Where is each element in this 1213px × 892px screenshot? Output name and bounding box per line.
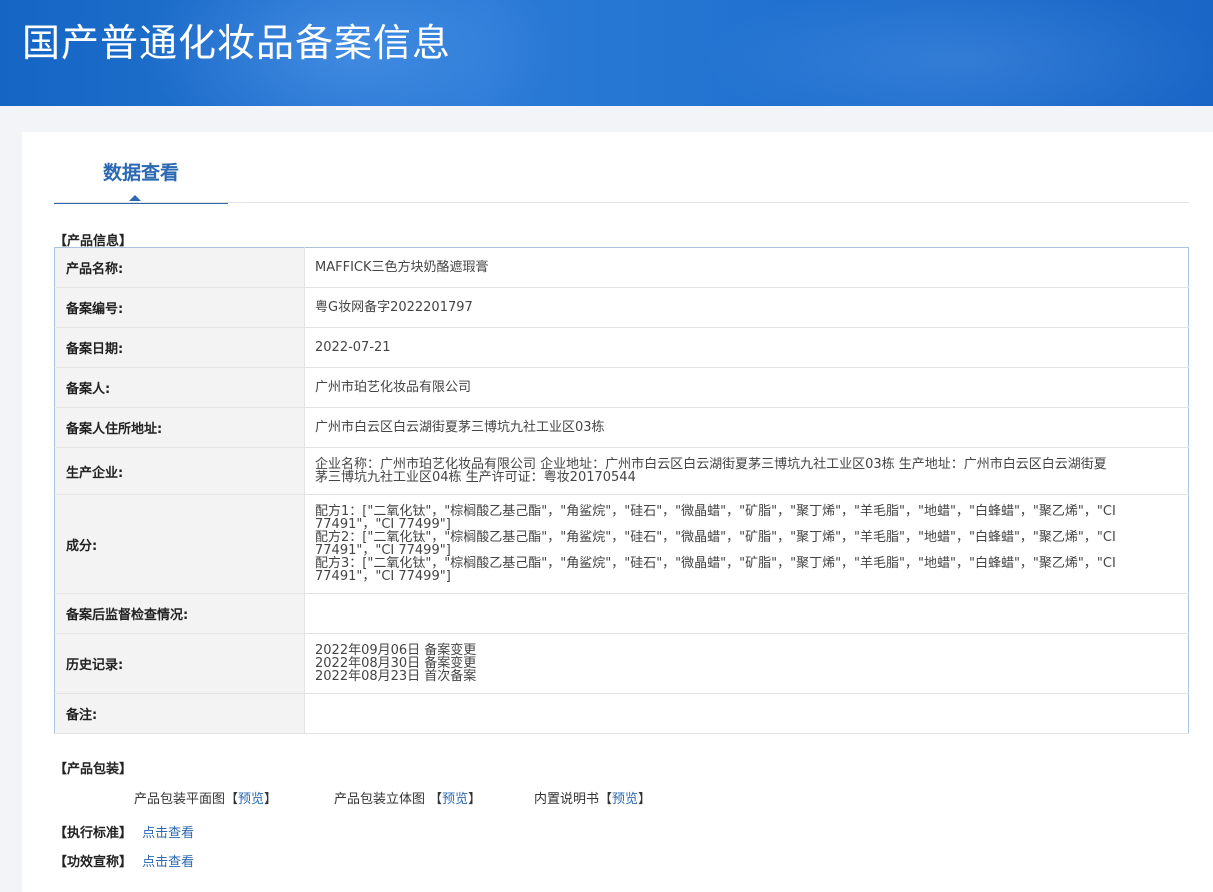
table-row: 成分: 配方1：["二氧化钛"，"棕榈酸乙基己酯"，"角鲨烷"，"硅石"，"微晶… — [54, 494, 1189, 594]
history-line: 2022年08月23日 首次备案 — [315, 669, 477, 684]
packaging-3d-item: 产品包装立体图 【预览】 — [334, 788, 481, 807]
remarks-value — [304, 693, 1189, 734]
table-row: 备案编号: 粤G妆网备字2022201797 — [54, 287, 1189, 328]
standard-row: 【执行标准】 点击查看 — [54, 822, 194, 841]
field-label: 备注: — [54, 693, 305, 734]
field-label: 备案人住所地址: — [54, 407, 305, 448]
field-label: 产品名称: — [54, 247, 305, 288]
registration-number-value: 粤G妆网备字2022201797 — [304, 287, 1189, 328]
tab-caret-icon — [129, 195, 141, 201]
manufacturer-line: 茅三博坑九社工业区04栋 生产许可证：粤妆20170544 — [315, 470, 636, 485]
table-row: 备注: — [54, 693, 1189, 734]
header-banner: 国产普通化妆品备案信息 — [0, 0, 1213, 106]
field-label: 历史记录: — [54, 633, 305, 694]
registrant-value: 广州市珀艺化妆品有限公司 — [304, 367, 1189, 408]
page-title: 国产普通化妆品备案信息 — [22, 21, 452, 65]
tab-data-view[interactable]: 数据查看 — [54, 154, 228, 204]
bracket-close: 】 — [638, 792, 652, 807]
section-packaging: 【产品包装】 — [54, 762, 133, 777]
bracket-close: 】 — [264, 792, 278, 807]
packaging-flat-label: 产品包装平面图【 — [134, 792, 239, 807]
ingredients-value: 配方1：["二氧化钛"，"棕榈酸乙基己酯"，"角鲨烷"，"硅石"，"微晶蜡"，"… — [304, 494, 1189, 594]
manual-preview-link[interactable]: 预览 — [612, 792, 638, 807]
manufacturer-value: 企业名称：广州市珀艺化妆品有限公司 企业地址：广州市白云区白云湖街夏茅三博坑九社… — [304, 447, 1189, 495]
field-label: 成分: — [54, 494, 305, 594]
tab-divider — [54, 202, 1189, 203]
table-row: 产品名称: MAFFICK三色方块奶酪遮瑕膏 — [54, 247, 1189, 288]
section-efficacy: 【功效宣称】 — [54, 855, 133, 870]
packaging-flat-preview-link[interactable]: 预览 — [238, 792, 264, 807]
standard-view-link[interactable]: 点击查看 — [142, 826, 194, 841]
registration-date-value: 2022-07-21 — [304, 327, 1189, 368]
manual-item: 内置说明书【预览】 — [534, 788, 651, 807]
packaging-3d-preview-link[interactable]: 预览 — [442, 792, 468, 807]
table-row: 历史记录: 2022年09月06日 备案变更 2022年08月30日 备案变更 … — [54, 633, 1189, 694]
packaging-flat-item: 产品包装平面图【预览】 — [134, 788, 277, 807]
inspection-value — [304, 593, 1189, 634]
table-row: 备案人住所地址: 广州市白云区白云湖街夏茅三博坑九社工业区03栋 — [54, 407, 1189, 448]
table-row: 生产企业: 企业名称：广州市珀艺化妆品有限公司 企业地址：广州市白云区白云湖街夏… — [54, 447, 1189, 495]
field-label: 备案后监督检查情况: — [54, 593, 305, 634]
efficacy-view-link[interactable]: 点击查看 — [142, 855, 194, 870]
field-label: 备案编号: — [54, 287, 305, 328]
table-row: 备案人: 广州市珀艺化妆品有限公司 — [54, 367, 1189, 408]
registrant-address-value: 广州市白云区白云湖街夏茅三博坑九社工业区03栋 — [304, 407, 1189, 448]
packaging-3d-label: 产品包装立体图 【 — [334, 792, 443, 807]
field-label: 备案人: — [54, 367, 305, 408]
field-label: 备案日期: — [54, 327, 305, 368]
efficacy-row: 【功效宣称】 点击查看 — [54, 851, 194, 870]
table-row: 备案日期: 2022-07-21 — [54, 327, 1189, 368]
manual-label: 内置说明书【 — [534, 792, 613, 807]
history-value: 2022年09月06日 备案变更 2022年08月30日 备案变更 2022年0… — [304, 633, 1189, 694]
bracket-close: 】 — [468, 792, 482, 807]
table-row: 备案后监督检查情况: — [54, 593, 1189, 634]
field-label: 生产企业: — [54, 447, 305, 495]
ingredients-line: 77491"，"CI 77499"] — [315, 569, 451, 584]
section-standard: 【执行标准】 — [54, 826, 133, 841]
product-name-value: MAFFICK三色方块奶酪遮瑕膏 — [304, 247, 1189, 288]
product-info-table: 产品名称: MAFFICK三色方块奶酪遮瑕膏 备案编号: 粤G妆网备字20222… — [54, 247, 1189, 734]
content-card: 数据查看 【产品信息】 产品名称: MAFFICK三色方块奶酪遮瑕膏 备案编号:… — [22, 132, 1213, 892]
